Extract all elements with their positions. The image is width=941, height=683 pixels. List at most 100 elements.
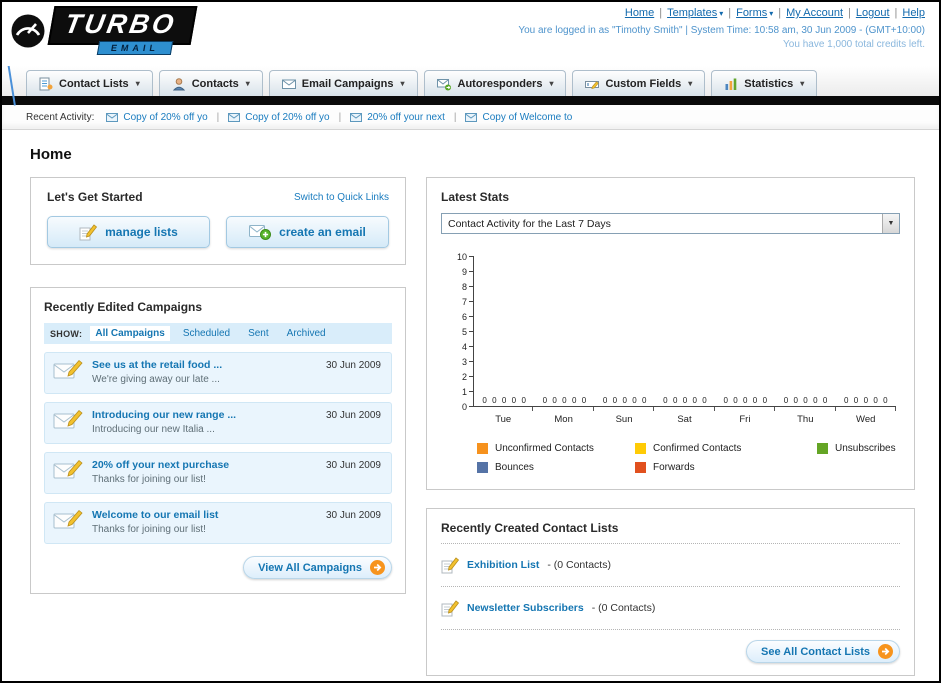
chart-y-tick: 3	[462, 357, 473, 367]
chart-value-group: 00000	[723, 396, 768, 405]
credits-info: You have 1,000 total credits left.	[783, 39, 925, 50]
header-link-home[interactable]: Home	[625, 7, 654, 19]
view-all-campaigns-button[interactable]: View All Campaigns	[243, 556, 392, 579]
contact-list-link[interactable]: Exhibition List	[467, 559, 539, 571]
chart-y-tick: 10	[457, 252, 473, 262]
dotted-divider	[441, 543, 900, 544]
header-link-forms[interactable]: Forms	[736, 7, 767, 19]
campaigns-filter-bar: SHOW: All Campaigns Scheduled Sent Archi…	[44, 323, 392, 344]
legend-swatch	[635, 462, 646, 473]
legend-label: Confirmed Contacts	[653, 443, 742, 454]
campaign-title-link[interactable]: Introducing our new range ...	[92, 409, 236, 421]
tab-email-campaigns[interactable]: Email Campaigns ▾	[268, 70, 418, 96]
filter-sent[interactable]: Sent	[243, 326, 274, 341]
recent-activity-link: Copy of Welcome to	[482, 111, 573, 123]
logo-text: TURBO EMAIL	[47, 6, 198, 55]
arrow-right-icon	[370, 560, 385, 575]
filter-archived[interactable]: Archived	[282, 326, 331, 341]
legend-label: Forwards	[653, 462, 695, 473]
tab-contact-lists[interactable]: Contact Lists ▾	[26, 70, 153, 96]
activity-separator: |	[338, 111, 342, 123]
stats-period-value: Contact Activity for the Last 7 Days	[448, 217, 611, 230]
filter-scheduled[interactable]: Scheduled	[178, 326, 235, 341]
manage-lists-button[interactable]: manage lists	[47, 216, 210, 248]
switch-quick-links-link[interactable]: Switch to Quick Links	[294, 192, 389, 203]
campaign-text: Welcome to our email list Thanks for joi…	[92, 509, 218, 535]
logo-email: EMAIL	[96, 41, 174, 55]
campaign-row[interactable]: 20% off your next purchase Thanks for jo…	[44, 452, 392, 494]
header-link-logout[interactable]: Logout	[856, 7, 890, 19]
dotted-divider	[441, 586, 900, 587]
chart-day-label: Fri	[739, 414, 751, 425]
legend-label: Unsubscribes	[835, 443, 896, 454]
chevron-down-icon: ▾	[769, 8, 774, 18]
contact-list-row[interactable]: Newsletter Subscribers - (0 Contacts)	[441, 595, 900, 621]
speedometer-icon	[11, 14, 45, 47]
legend-item: Unconfirmed Contacts	[477, 443, 635, 454]
chart-y-tick: 4	[462, 342, 473, 352]
main-navigation: Contact Lists ▾ Contacts ▾ Email Campaigns…	[2, 66, 939, 96]
page-title: Home	[30, 146, 72, 163]
campaign-text: Introducing our new range ... Introducin…	[92, 409, 236, 435]
stats-period-dropdown[interactable]: Contact Activity for the Last 7 Days ▼	[441, 213, 900, 234]
campaign-subtitle: Thanks for joining our list!	[92, 474, 206, 485]
header-links: Home | Templates ▾ | Forms ▾ | My Account …	[625, 7, 925, 19]
campaign-title-link[interactable]: See us at the retail food ...	[92, 359, 222, 371]
legend-item: Forwards	[635, 462, 817, 473]
statistics-icon	[725, 78, 737, 90]
email-campaigns-icon	[281, 79, 296, 89]
envelope-pencil-icon	[53, 509, 83, 529]
campaign-title-link[interactable]: 20% off your next purchase	[92, 459, 229, 471]
envelope-icon	[228, 112, 241, 122]
chart-x-labels: Tue Mon Sun Sat Fri Thu Wed	[473, 414, 896, 425]
contact-list-link[interactable]: Newsletter Subscribers	[467, 602, 584, 614]
chart-x-ticks	[473, 407, 896, 411]
campaign-row[interactable]: Introducing our new range ... Introducin…	[44, 402, 392, 444]
chart-value-group: 00000	[783, 396, 828, 405]
recent-activity-item[interactable]: Copy of 20% off yo	[228, 112, 330, 123]
recent-activity-item[interactable]: 20% off your next	[350, 112, 445, 123]
chevron-down-icon: ▾	[688, 79, 693, 88]
campaign-date: 30 Jun 2009	[325, 360, 381, 371]
contact-lists-icon	[39, 77, 53, 90]
link-separator: |	[659, 7, 663, 19]
campaign-row[interactable]: Welcome to our email list Thanks for joi…	[44, 502, 392, 544]
contact-list-detail: - (0 Contacts)	[547, 559, 611, 571]
create-email-label: create an email	[279, 225, 366, 239]
tab-label: Custom Fields	[605, 77, 682, 90]
chart-legend: Unconfirmed Contacts Confirmed Contacts Un…	[477, 443, 900, 473]
chart-y-tick: 0	[462, 402, 473, 412]
tab-statistics[interactable]: Statistics ▾	[711, 70, 818, 96]
campaign-title-link[interactable]: Welcome to our email list	[92, 509, 218, 521]
see-all-contact-lists-button[interactable]: See All Contact Lists	[745, 640, 900, 663]
pencil-paper-icon	[79, 224, 98, 241]
show-label: SHOW:	[50, 328, 83, 339]
chart-value-group: 00000	[542, 396, 587, 405]
pencil-paper-icon	[441, 600, 459, 617]
header-link-help[interactable]: Help	[902, 7, 925, 19]
filter-all-campaigns[interactable]: All Campaigns	[90, 326, 170, 341]
chart-day-label: Tue	[495, 414, 512, 425]
app-logo[interactable]: TURBO EMAIL	[10, 6, 198, 55]
see-all-contact-lists-label: See All Contact Lists	[760, 645, 870, 658]
envelope-icon	[106, 112, 119, 122]
app-window: TURBO EMAIL Home | Templates ▾ | Forms ▾ |…	[0, 0, 941, 683]
tab-custom-fields[interactable]: Custom Fields ▾	[572, 70, 706, 96]
recently-edited-campaigns-panel: Recently Edited Campaigns SHOW: All Camp…	[30, 287, 406, 594]
campaign-subtitle: Introducing our new Italia ...	[92, 424, 215, 435]
recent-activity-item[interactable]: Copy of Welcome to	[465, 112, 572, 123]
header-link-templates[interactable]: Templates	[667, 7, 717, 19]
legend-swatch	[477, 462, 488, 473]
recent-activity-item[interactable]: Copy of 20% off yo	[106, 112, 208, 123]
campaign-row[interactable]: See us at the retail food ... We're givi…	[44, 352, 392, 394]
envelope-plus-icon	[249, 225, 272, 240]
contact-list-row[interactable]: Exhibition List - (0 Contacts)	[441, 552, 900, 578]
campaign-date: 30 Jun 2009	[325, 460, 381, 471]
chevron-down-icon: ▾	[245, 79, 250, 88]
recently-created-lists-panel: Recently Created Contact Lists Exhibitio…	[426, 508, 915, 676]
tab-autoresponders[interactable]: Autoresponders ▾	[423, 70, 567, 96]
envelope-pencil-icon	[53, 459, 83, 479]
header-link-my-account[interactable]: My Account	[786, 7, 843, 19]
create-email-button[interactable]: create an email	[226, 216, 389, 248]
tab-contacts[interactable]: Contacts ▾	[158, 70, 263, 96]
